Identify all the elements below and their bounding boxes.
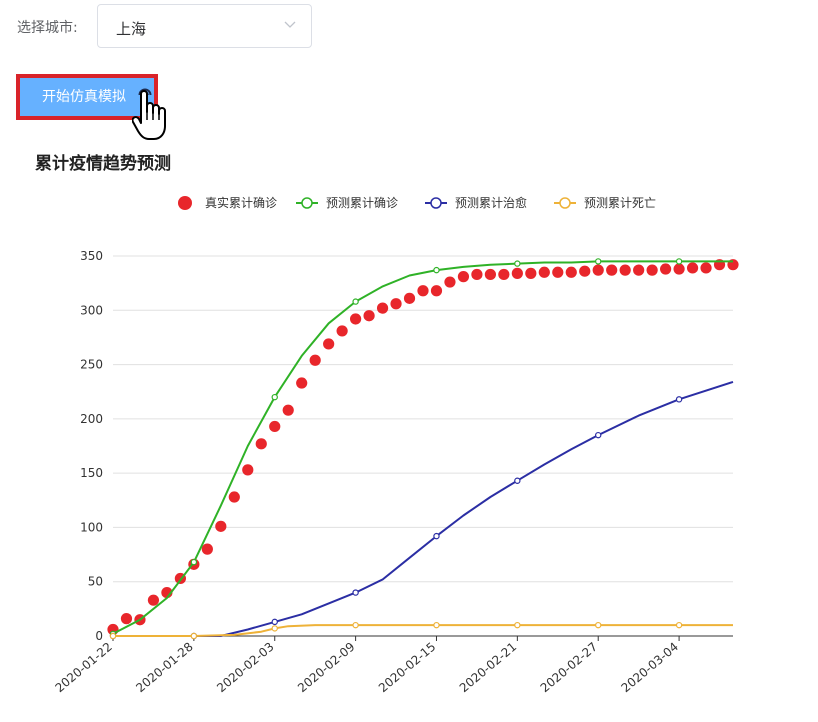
- series-line-2: [113, 380, 734, 637]
- legend-label: 预测累计死亡: [584, 196, 656, 210]
- y-tick-label: 100: [80, 520, 103, 534]
- chart-legend: 真实累计确诊 预测累计确诊 预测累计治愈 预测累计死亡: [178, 195, 656, 210]
- real-confirmed-point: [633, 264, 645, 276]
- real-confirmed-point: [606, 264, 618, 276]
- y-tick-label: 300: [80, 303, 103, 317]
- series-marker-2: [675, 396, 683, 403]
- x-tick-label: 2020-02-27: [538, 640, 600, 696]
- series-marker-3: [190, 632, 198, 640]
- real-confirmed-point: [363, 310, 375, 322]
- real-confirmed-point: [282, 404, 294, 416]
- series-line-3: [113, 624, 733, 637]
- real-confirmed-point: [390, 298, 402, 310]
- series-marker-3: [595, 621, 602, 629]
- x-tick-label: 2020-01-28: [133, 640, 195, 696]
- x-tick-label: 2020-02-03: [214, 640, 276, 696]
- series-marker-2: [514, 477, 521, 484]
- real-confirmed-point: [269, 420, 281, 433]
- series-marker-1: [271, 393, 278, 401]
- real-confirmed-point: [201, 543, 213, 555]
- x-tick-label: 2020-02-09: [295, 640, 357, 696]
- series-marker-2: [352, 589, 359, 596]
- real-confirmed-point: [147, 594, 160, 606]
- real-confirmed-point: [619, 264, 631, 276]
- real-confirmed-point: [350, 313, 362, 325]
- real-confirmed-point: [120, 613, 133, 625]
- epidemic-trend-chart: 真实累计确诊 预测累计确诊 预测累计治愈 预测累计死亡 0 50 100 150 200 250…: [52, 195, 739, 695]
- x-tick-label: 2020-02-15: [376, 640, 438, 696]
- y-tick-label: 50: [88, 575, 103, 589]
- real-confirmed-point: [686, 262, 699, 274]
- real-confirmed-point: [457, 271, 470, 283]
- legend-symbol: [301, 197, 313, 209]
- real-confirmed-point: [323, 338, 335, 350]
- real-confirmed-point: [444, 276, 456, 288]
- series-marker-3: [514, 621, 521, 629]
- real-confirmed-point: [403, 292, 416, 304]
- series-marker-2: [271, 618, 278, 626]
- real-confirmed-point: [498, 268, 510, 281]
- chart-axes: 0 50 100 150 200 250 300 350 2020-01-22 2020-01-2…: [52, 249, 733, 695]
- chart-grid: [113, 255, 733, 583]
- real-confirmed-point: [309, 354, 321, 366]
- series-marker-3: [433, 621, 440, 629]
- y-tick-label: 150: [80, 466, 103, 480]
- series-marker-2: [595, 431, 602, 439]
- real-confirmed-point: [700, 262, 712, 274]
- real-confirmed-point: [215, 520, 227, 532]
- y-tick-label: 200: [80, 412, 103, 426]
- real-confirmed-point: [660, 263, 672, 275]
- series-marker-1: [595, 258, 602, 265]
- real-confirmed-point: [646, 264, 658, 276]
- series-marker-1: [514, 260, 521, 267]
- x-tick-label: 2020-01-22: [52, 640, 114, 696]
- real-confirmed-point: [673, 263, 685, 275]
- legend-label: 预测累计治愈: [455, 195, 527, 210]
- series-marker-3: [352, 621, 359, 629]
- real-confirmed-point: [228, 491, 240, 503]
- real-confirmed-point: [592, 264, 604, 276]
- series-marker-3: [675, 621, 683, 629]
- real-confirmed-point: [579, 265, 591, 277]
- y-tick-label: 350: [80, 249, 103, 263]
- real-confirmed-point: [538, 266, 550, 278]
- real-confirmed-point: [430, 285, 443, 297]
- real-confirmed-point: [376, 302, 389, 314]
- series-marker-2: [433, 532, 440, 540]
- y-tick-label: 0: [95, 629, 103, 643]
- real-confirmed-point: [242, 464, 254, 476]
- real-confirmed-point: [565, 266, 577, 278]
- series-line-1: [112, 260, 733, 635]
- y-tick-label: 250: [80, 358, 103, 372]
- legend-label: 预测累计确诊: [326, 196, 398, 210]
- series-marker-1: [190, 558, 198, 566]
- real-confirmed-point: [525, 267, 537, 279]
- series-marker-1: [675, 258, 683, 265]
- x-tick-label: 2020-02-21: [457, 640, 519, 696]
- real-confirmed-point: [511, 267, 523, 279]
- series-marker-3: [271, 625, 278, 632]
- legend-label: 真实累计确诊: [205, 195, 277, 210]
- real-confirmed-point: [296, 377, 308, 389]
- series-marker-1: [352, 298, 359, 305]
- legend-symbol: [559, 197, 571, 209]
- real-confirmed-point: [471, 268, 483, 281]
- series-marker-1: [433, 266, 440, 274]
- real-confirmed-point: [552, 266, 564, 278]
- x-tick-label: 2020-03-04: [619, 640, 681, 696]
- legend-symbol: [430, 197, 442, 209]
- real-confirmed-point: [336, 325, 348, 337]
- legend-symbol: [178, 196, 192, 210]
- real-confirmed-point: [417, 285, 429, 297]
- series-marker-3: [109, 632, 117, 640]
- real-confirmed-point: [255, 438, 267, 450]
- real-confirmed-point: [484, 268, 496, 281]
